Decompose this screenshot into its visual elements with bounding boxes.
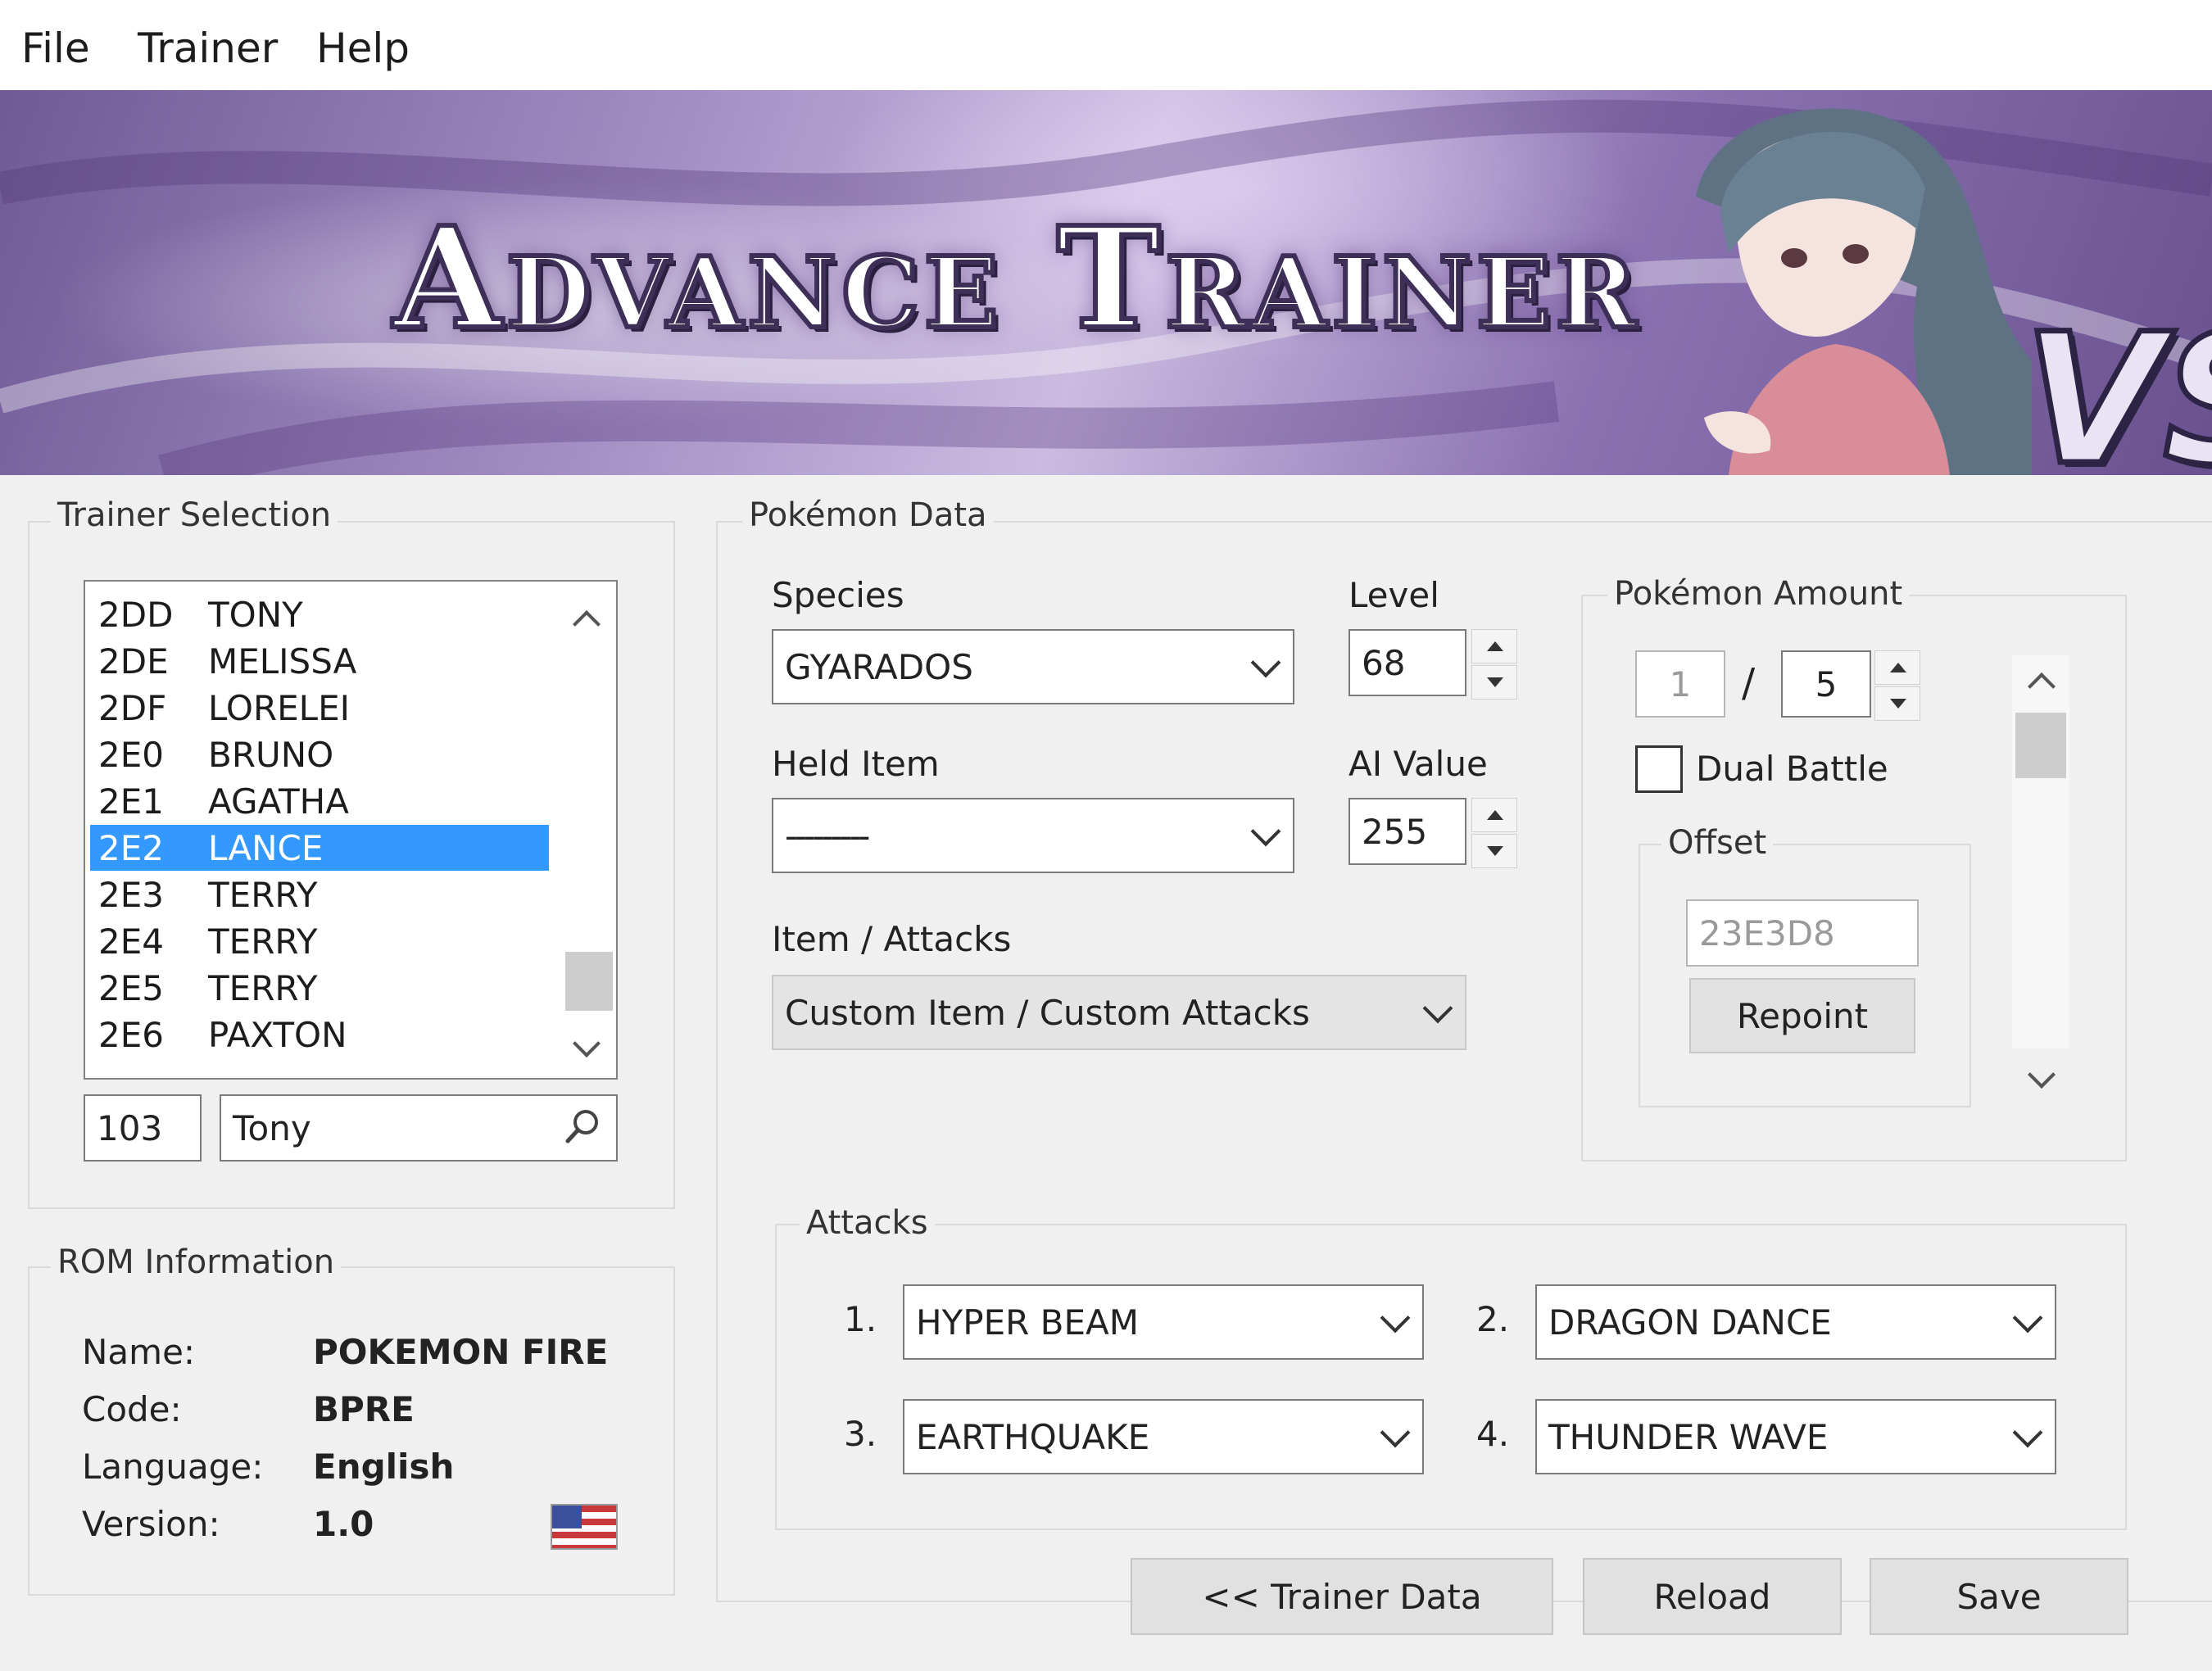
rom-language-value: English bbox=[313, 1447, 455, 1487]
dual-battle-checkbox[interactable] bbox=[1635, 745, 1683, 793]
list-item[interactable]: 2E0 BRUNO bbox=[90, 731, 549, 777]
pokemon-data-label: Pokémon Data bbox=[742, 496, 994, 534]
pokemon-scrollbar[interactable] bbox=[2012, 655, 2069, 1048]
attack-4-select[interactable]: THUNDER WAVE bbox=[1535, 1399, 2056, 1474]
pokemon-total-increment[interactable] bbox=[1874, 650, 1920, 685]
list-scrollbar[interactable] bbox=[559, 582, 616, 1078]
rom-code-value: BPRE bbox=[313, 1389, 415, 1429]
attack-2-select[interactable]: DRAGON DANCE bbox=[1535, 1284, 2056, 1360]
scroll-thumb[interactable] bbox=[2015, 713, 2066, 778]
arrow-down-icon bbox=[1487, 846, 1503, 856]
rom-name-value: POKEMON FIRE bbox=[313, 1332, 609, 1372]
menu-help[interactable]: Help bbox=[316, 25, 410, 72]
menu-bar: File Trainer Help bbox=[0, 0, 2212, 90]
save-button[interactable]: Save bbox=[1870, 1558, 2128, 1635]
list-item[interactable]: 2DD TONY bbox=[90, 591, 549, 637]
scroll-up-icon[interactable] bbox=[573, 610, 601, 638]
list-item[interactable]: 2E1 AGATHA bbox=[90, 778, 549, 824]
pokemon-total-decrement[interactable] bbox=[1874, 686, 1920, 721]
offset-group bbox=[1639, 844, 1971, 1107]
list-item[interactable]: 2DF LORELEI bbox=[90, 685, 549, 731]
ai-value-label: AI Value bbox=[1349, 744, 1488, 784]
rom-code-key: Code: bbox=[82, 1389, 182, 1429]
trainer-data-button[interactable]: << Trainer Data bbox=[1131, 1558, 1553, 1635]
pokemon-total-field[interactable]: 5 bbox=[1781, 650, 1871, 718]
menu-trainer[interactable]: Trainer bbox=[138, 25, 278, 72]
pokemon-total-stepper[interactable] bbox=[1874, 650, 1920, 721]
level-decrement[interactable] bbox=[1471, 665, 1517, 700]
item-attacks-label: Item / Attacks bbox=[772, 919, 1012, 959]
chevron-down-icon bbox=[2012, 1302, 2043, 1334]
offset-field[interactable]: 23E3D8 bbox=[1686, 899, 1919, 967]
scroll-thumb[interactable] bbox=[565, 952, 613, 1011]
trainer-search-input[interactable]: Tony bbox=[220, 1094, 618, 1162]
chevron-down-icon bbox=[1380, 1417, 1411, 1448]
list-item[interactable]: 2E4 TERRY bbox=[90, 918, 549, 964]
attack-2-number: 2. bbox=[1476, 1299, 1510, 1339]
chevron-down-icon bbox=[2012, 1417, 2043, 1448]
dual-battle-label: Dual Battle bbox=[1696, 749, 1888, 789]
attack-1-select[interactable]: HYPER BEAM bbox=[903, 1284, 1424, 1360]
banner-title: Advance Trainer bbox=[391, 194, 1642, 363]
search-icon[interactable] bbox=[564, 1107, 601, 1145]
trainer-portrait bbox=[1696, 108, 2032, 475]
arrow-down-icon bbox=[1487, 677, 1503, 687]
attack-3-number: 3. bbox=[844, 1414, 877, 1454]
rom-name-key: Name: bbox=[82, 1332, 196, 1372]
ai-value-stepper[interactable] bbox=[1471, 798, 1517, 868]
arrow-up-icon bbox=[1487, 810, 1503, 820]
trainer-list[interactable]: 2DD TONY 2DE MELISSA 2DF LORELEI 2E0 BRUNO 2… bbox=[84, 580, 618, 1080]
chevron-down-icon bbox=[1380, 1302, 1411, 1334]
arrow-up-icon bbox=[1487, 641, 1503, 651]
held-item-select[interactable]: --------- bbox=[772, 798, 1294, 873]
ai-value-increment[interactable] bbox=[1471, 798, 1517, 832]
banner-vs-logo: VS bbox=[2021, 292, 2212, 476]
scroll-down-icon[interactable] bbox=[573, 1030, 601, 1057]
level-increment[interactable] bbox=[1471, 629, 1517, 663]
chevron-down-icon bbox=[1250, 647, 1281, 678]
attack-1-number: 1. bbox=[844, 1299, 877, 1339]
menu-file[interactable]: File bbox=[21, 25, 90, 72]
list-item[interactable]: 2E6 PAXTON bbox=[90, 1012, 549, 1057]
list-item[interactable]: 2E3 TERRY bbox=[90, 872, 549, 917]
held-item-label: Held Item bbox=[772, 744, 940, 784]
level-label: Level bbox=[1349, 575, 1439, 615]
rom-version-value: 1.0 bbox=[313, 1504, 374, 1544]
arrow-up-icon bbox=[1890, 663, 1906, 672]
species-label: Species bbox=[772, 575, 904, 615]
repoint-button[interactable]: Repoint bbox=[1689, 978, 1915, 1053]
scroll-up-icon[interactable] bbox=[2028, 672, 2056, 700]
rom-version-key: Version: bbox=[82, 1504, 220, 1544]
chevron-down-icon bbox=[1250, 816, 1281, 847]
attack-4-number: 4. bbox=[1476, 1414, 1510, 1454]
species-select[interactable]: GYARADOS bbox=[772, 629, 1294, 704]
pokemon-amount-label: Pokémon Amount bbox=[1607, 575, 1910, 613]
ai-value-input[interactable]: 255 bbox=[1349, 798, 1466, 865]
list-item-selected[interactable]: 2E2 LANCE bbox=[90, 825, 549, 871]
rom-language-key: Language: bbox=[82, 1447, 264, 1487]
banner: Advance Trainer VS bbox=[0, 90, 2212, 475]
item-attacks-select[interactable]: Custom Item / Custom Attacks bbox=[772, 975, 1466, 1050]
amount-separator: / bbox=[1742, 660, 1756, 706]
attack-3-select[interactable]: EARTHQUAKE bbox=[903, 1399, 1424, 1474]
trainer-selection-label: Trainer Selection bbox=[51, 496, 338, 534]
us-flag-icon bbox=[551, 1504, 618, 1550]
chevron-down-icon bbox=[1422, 993, 1453, 1024]
arrow-down-icon bbox=[1890, 699, 1906, 709]
attacks-label: Attacks bbox=[800, 1204, 935, 1242]
pokemon-current-index[interactable]: 1 bbox=[1635, 650, 1725, 718]
level-stepper[interactable] bbox=[1471, 629, 1517, 700]
offset-label: Offset bbox=[1661, 824, 1774, 862]
list-item[interactable]: 2E5 TERRY bbox=[90, 965, 549, 1011]
level-input[interactable]: 68 bbox=[1349, 629, 1466, 696]
trainer-number-field[interactable]: 103 bbox=[84, 1094, 202, 1162]
attacks-group bbox=[775, 1224, 2127, 1530]
reload-button[interactable]: Reload bbox=[1583, 1558, 1842, 1635]
list-item[interactable]: 2DE MELISSA bbox=[90, 638, 549, 684]
ai-value-decrement[interactable] bbox=[1471, 834, 1517, 868]
rom-info-label: ROM Information bbox=[51, 1243, 342, 1281]
